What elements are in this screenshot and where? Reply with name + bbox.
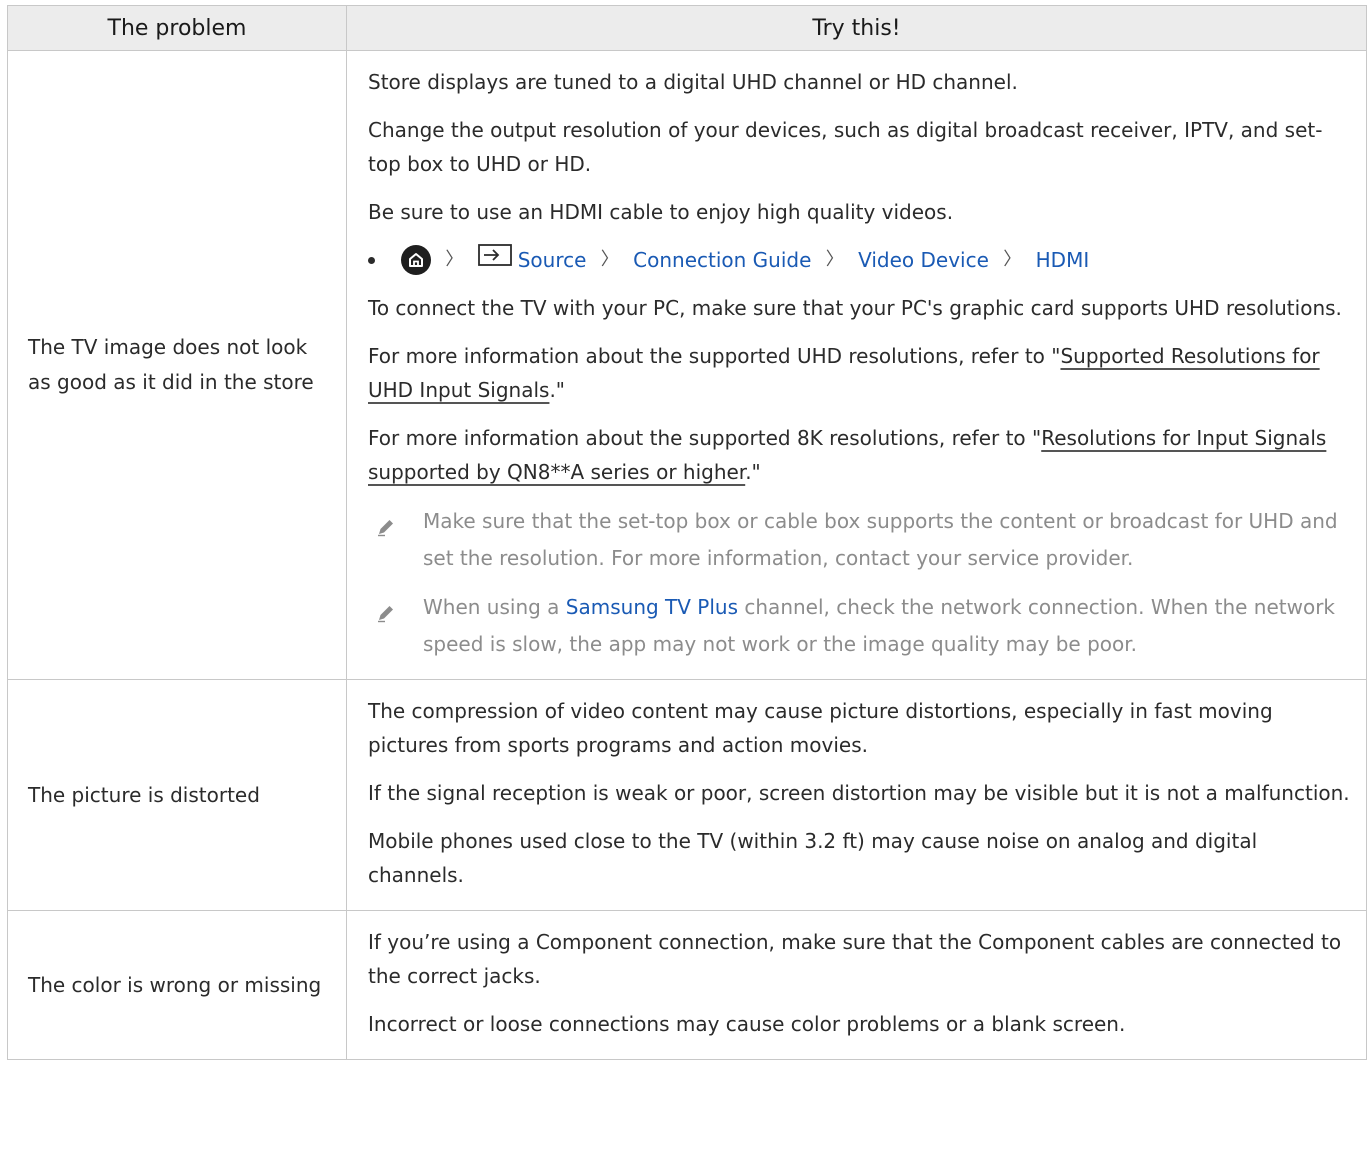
- source-icon: [477, 242, 512, 276]
- table-header-row: The problem Try this!: [7, 5, 1367, 51]
- solution-text: Incorrect or loose connections may cause…: [368, 1012, 1126, 1036]
- chevron-right-icon: 〉: [445, 248, 464, 270]
- table-row: The TV image does not look as good as it…: [7, 50, 1367, 680]
- home-icon: [401, 244, 431, 275]
- note-text-prefix: When using a: [423, 595, 566, 619]
- header-problem: The problem: [7, 5, 347, 51]
- menu-source-link[interactable]: Source: [518, 248, 587, 272]
- solution-text: If you’re using a Component connection, …: [368, 930, 1342, 988]
- chevron-right-icon: 〉: [825, 248, 844, 270]
- bullet-dot: [368, 257, 375, 264]
- solution-text: Store displays are tuned to a digital UH…: [368, 70, 1018, 94]
- menu-path: 〉 Source 〉 Connection Guide 〉 Video Devi…: [368, 243, 1352, 277]
- header-try-this: Try this!: [346, 5, 1367, 51]
- chevron-right-icon: 〉: [600, 248, 619, 270]
- note-text: Make sure that the set-top box or cable …: [423, 509, 1338, 570]
- problem-cell: The picture is distorted: [7, 679, 347, 911]
- chevron-right-icon: 〉: [1003, 248, 1022, 270]
- table-row: The picture is distorted The compression…: [7, 679, 1367, 911]
- solution-text-8k-ref: For more information about the supported…: [368, 421, 1352, 489]
- solution-text: To connect the TV with your PC, make sur…: [368, 296, 1342, 320]
- note: Make sure that the set-top box or cable …: [368, 503, 1352, 577]
- solution-text-uhd-ref: For more information about the supported…: [368, 339, 1352, 407]
- solution-text: Change the output resolution of your dev…: [368, 118, 1323, 176]
- problem-cell: The color is wrong or missing: [7, 910, 347, 1060]
- ref-prefix: For more information about the supported…: [368, 344, 1061, 368]
- problem-cell: The TV image does not look as good as it…: [7, 50, 347, 680]
- troubleshooting-table: The problem Try this! The TV image does …: [7, 5, 1367, 1060]
- table-row: The color is wrong or missing If you’re …: [7, 910, 1367, 1060]
- note: When using a Samsung TV Plus channel, ch…: [368, 589, 1352, 663]
- solution-text: Mobile phones used close to the TV (with…: [368, 829, 1258, 887]
- solution-text: If the signal reception is weak or poor,…: [368, 781, 1350, 805]
- menu-video-device-link[interactable]: Video Device: [858, 248, 989, 272]
- pencil-icon: [376, 598, 396, 635]
- samsung-tv-plus-highlight: Samsung TV Plus: [565, 595, 739, 619]
- menu-hdmi-link[interactable]: HDMI: [1036, 248, 1090, 272]
- solution-cell: If you’re using a Component connection, …: [346, 910, 1367, 1060]
- solution-cell: Store displays are tuned to a digital UH…: [346, 50, 1367, 680]
- solution-text: The compression of video content may cau…: [368, 699, 1273, 757]
- solution-cell: The compression of video content may cau…: [346, 679, 1367, 911]
- pencil-icon: [376, 512, 396, 549]
- ref-suffix: .": [549, 378, 565, 402]
- ref-suffix: .": [745, 460, 761, 484]
- ref-prefix: For more information about the supported…: [368, 426, 1042, 450]
- solution-text: Be sure to use an HDMI cable to enjoy hi…: [368, 200, 954, 224]
- menu-connection-guide-link[interactable]: Connection Guide: [633, 248, 811, 272]
